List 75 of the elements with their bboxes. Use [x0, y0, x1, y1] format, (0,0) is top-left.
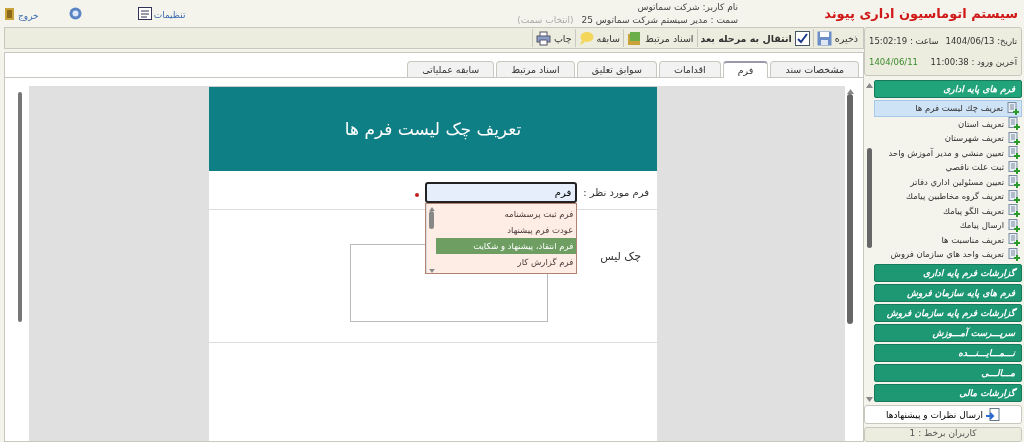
- document-plus-icon: [1008, 160, 1020, 174]
- menu-group-header[interactable]: نـــمـــایـــنـــده: [874, 343, 1022, 362]
- document-plus-icon: [1008, 117, 1020, 131]
- menu-item[interactable]: تعریف گروه مخاطبين پيامك: [874, 189, 1022, 204]
- door-icon: [4, 6, 16, 21]
- menu-item[interactable]: تعریف مناسبت ها: [874, 232, 1022, 247]
- scroll-up-icon[interactable]: [846, 89, 854, 94]
- scrollbar-thumb[interactable]: [866, 148, 872, 248]
- document-plus-icon: [1008, 233, 1020, 247]
- settings-link[interactable]: تنظیمات: [137, 7, 186, 20]
- scrollbar-thumb[interactable]: [429, 210, 435, 229]
- document-plus-icon: [1008, 204, 1020, 218]
- documents-icon: [627, 30, 642, 46]
- document-plus-icon: [1008, 218, 1020, 232]
- menu-item[interactable]: ثبت علت ناقصي: [874, 160, 1022, 175]
- user-role: سمت : مدیر سیستم شرکت سماتوس 25: [581, 15, 738, 25]
- print-button[interactable]: چاپ: [531, 29, 575, 47]
- field-label: فرم مورد نظر :: [583, 186, 649, 198]
- menu-item[interactable]: تعریف چك ليست فرم ها: [874, 100, 1022, 117]
- document-plus-icon: [1008, 131, 1020, 145]
- menu-item[interactable]: تعيين مسئولين اداري دفاتر: [874, 174, 1022, 189]
- menu-item[interactable]: تعریف استان: [874, 116, 1022, 131]
- last-login-date: 1404/06/11: [869, 56, 918, 67]
- user-name: نام کاربر: شرکت سماتوس: [636, 2, 738, 12]
- menu-group-header[interactable]: گزارشات فرم پایه اداری: [874, 263, 1022, 282]
- checklist-icon: [137, 7, 152, 20]
- menu-item[interactable]: تعيين منشي و مدير آموزش واحد: [874, 145, 1022, 160]
- next-button[interactable]: انتقال به مرحله بعد: [696, 29, 813, 47]
- checklist-label: چک لیس: [600, 250, 641, 263]
- document-plus-icon: [1007, 101, 1019, 115]
- scroll-up-icon[interactable]: [865, 83, 873, 88]
- document-plus-icon: [1008, 175, 1020, 189]
- scroll-down-icon[interactable]: [428, 268, 435, 273]
- tab[interactable]: سوابق تعلیق: [576, 61, 657, 77]
- scrollbar-thumb[interactable]: [18, 92, 22, 322]
- menu-item[interactable]: ارسال پيامك: [874, 218, 1022, 233]
- menu-group-header[interactable]: مـــالـــی: [874, 363, 1022, 382]
- last-login-time: آخرین ورود : 11:00:38: [930, 56, 1017, 67]
- menu-group-header[interactable]: گزارشات فرم پایه سازمان فروش: [874, 303, 1022, 322]
- document-plus-icon: [1008, 146, 1020, 160]
- menu-group-header[interactable]: گزارشات مالی: [874, 383, 1022, 402]
- history-button[interactable]: سابقه: [574, 29, 623, 47]
- tab[interactable]: اسناد مرتبط: [496, 61, 575, 77]
- menu-group-header[interactable]: سرپـــرست آمـــوزش: [874, 323, 1022, 342]
- help-icon: [68, 7, 82, 20]
- document-plus-icon: [1008, 247, 1020, 261]
- exit-link[interactable]: خروج: [4, 6, 39, 21]
- scrollbar[interactable]: [864, 80, 874, 402]
- document-plus-icon: [1008, 189, 1020, 203]
- dropdown-option[interactable]: عودت فرم پیشنهاد: [436, 221, 577, 238]
- document-arrow-icon: [985, 408, 1000, 421]
- menu-item[interactable]: تعریف الگو پيامك: [874, 203, 1022, 218]
- dropdown-option[interactable]: فرم ثبت پرسشنامه: [436, 205, 577, 222]
- form-select-field[interactable]: فرم: [425, 181, 578, 203]
- tab[interactable]: اقدامات: [659, 61, 721, 77]
- online-users: کاربران برخط : 1: [864, 427, 1022, 442]
- checkbox-tick-icon: [794, 30, 810, 46]
- time-text: ساعت : 15:02:19: [869, 36, 939, 47]
- menu-item[interactable]: تعریف واحد هاي سازمان فروش: [874, 247, 1022, 262]
- docs-button[interactable]: اسناد مرتبط: [623, 29, 697, 47]
- speech-bubble-icon: [578, 30, 594, 46]
- send-feedback-button[interactable]: ارسال نظرات و پیشنهادها: [864, 405, 1022, 424]
- save-button[interactable]: ذخیره: [812, 29, 861, 47]
- menu-item[interactable]: تعریف شهرستان: [874, 131, 1022, 146]
- tab[interactable]: فرم: [722, 61, 769, 78]
- scroll-down-icon[interactable]: [865, 397, 873, 402]
- menu-group-header[interactable]: فرم های پایه سازمان فروش: [874, 283, 1022, 302]
- tab[interactable]: مشخصات سند: [770, 61, 859, 77]
- scrollbar-thumb[interactable]: [847, 94, 853, 324]
- printer-icon: [535, 30, 551, 46]
- dropdown-option[interactable]: فرم گزارش کار: [436, 253, 577, 270]
- tab[interactable]: سابقه عملیاتی: [407, 61, 495, 77]
- date-text: تاریخ: 1404/06/13: [945, 36, 1017, 47]
- scrollbar[interactable]: [426, 203, 437, 273]
- form-title: تعریف چک لیست فرم ها: [344, 119, 522, 139]
